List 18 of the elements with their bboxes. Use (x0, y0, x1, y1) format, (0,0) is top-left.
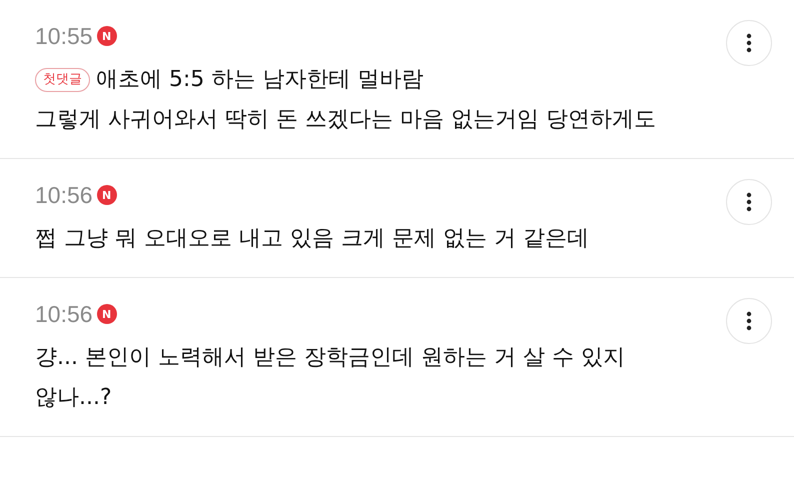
comment-time: 10:55 (35, 22, 93, 50)
new-badge: N (96, 304, 117, 324)
more-icon (746, 192, 752, 212)
more-options-button[interactable] (726, 298, 772, 344)
new-badge: N (96, 185, 117, 205)
first-comment-label: 첫댓글 (35, 68, 90, 92)
comment-text: 애초에 5:5 하는 남자한테 멀바람 (96, 66, 424, 94)
more-options-button[interactable] (726, 179, 772, 225)
new-badge: N (96, 26, 117, 46)
comment-time: 10:56 (35, 300, 93, 328)
comment-text: 쩝 그냥 뭐 오대오로 내고 있음 크게 문제 없는 거 같은데 (35, 225, 589, 253)
more-icon (746, 33, 752, 53)
comment-time: 10:56 (35, 182, 93, 208)
comment-text: 걍... 본인이 노력해서 받은 장학금인데 원하는 거 살 수 있지 (35, 344, 625, 372)
more-options-button[interactable] (726, 20, 772, 66)
comment-text: 그렇게 사귀어와서 딱히 돈 쓰겠다는 마음 없는거임 당연하게도 (35, 106, 656, 134)
comment-text: 않나...? (35, 384, 112, 412)
more-icon (746, 311, 752, 331)
